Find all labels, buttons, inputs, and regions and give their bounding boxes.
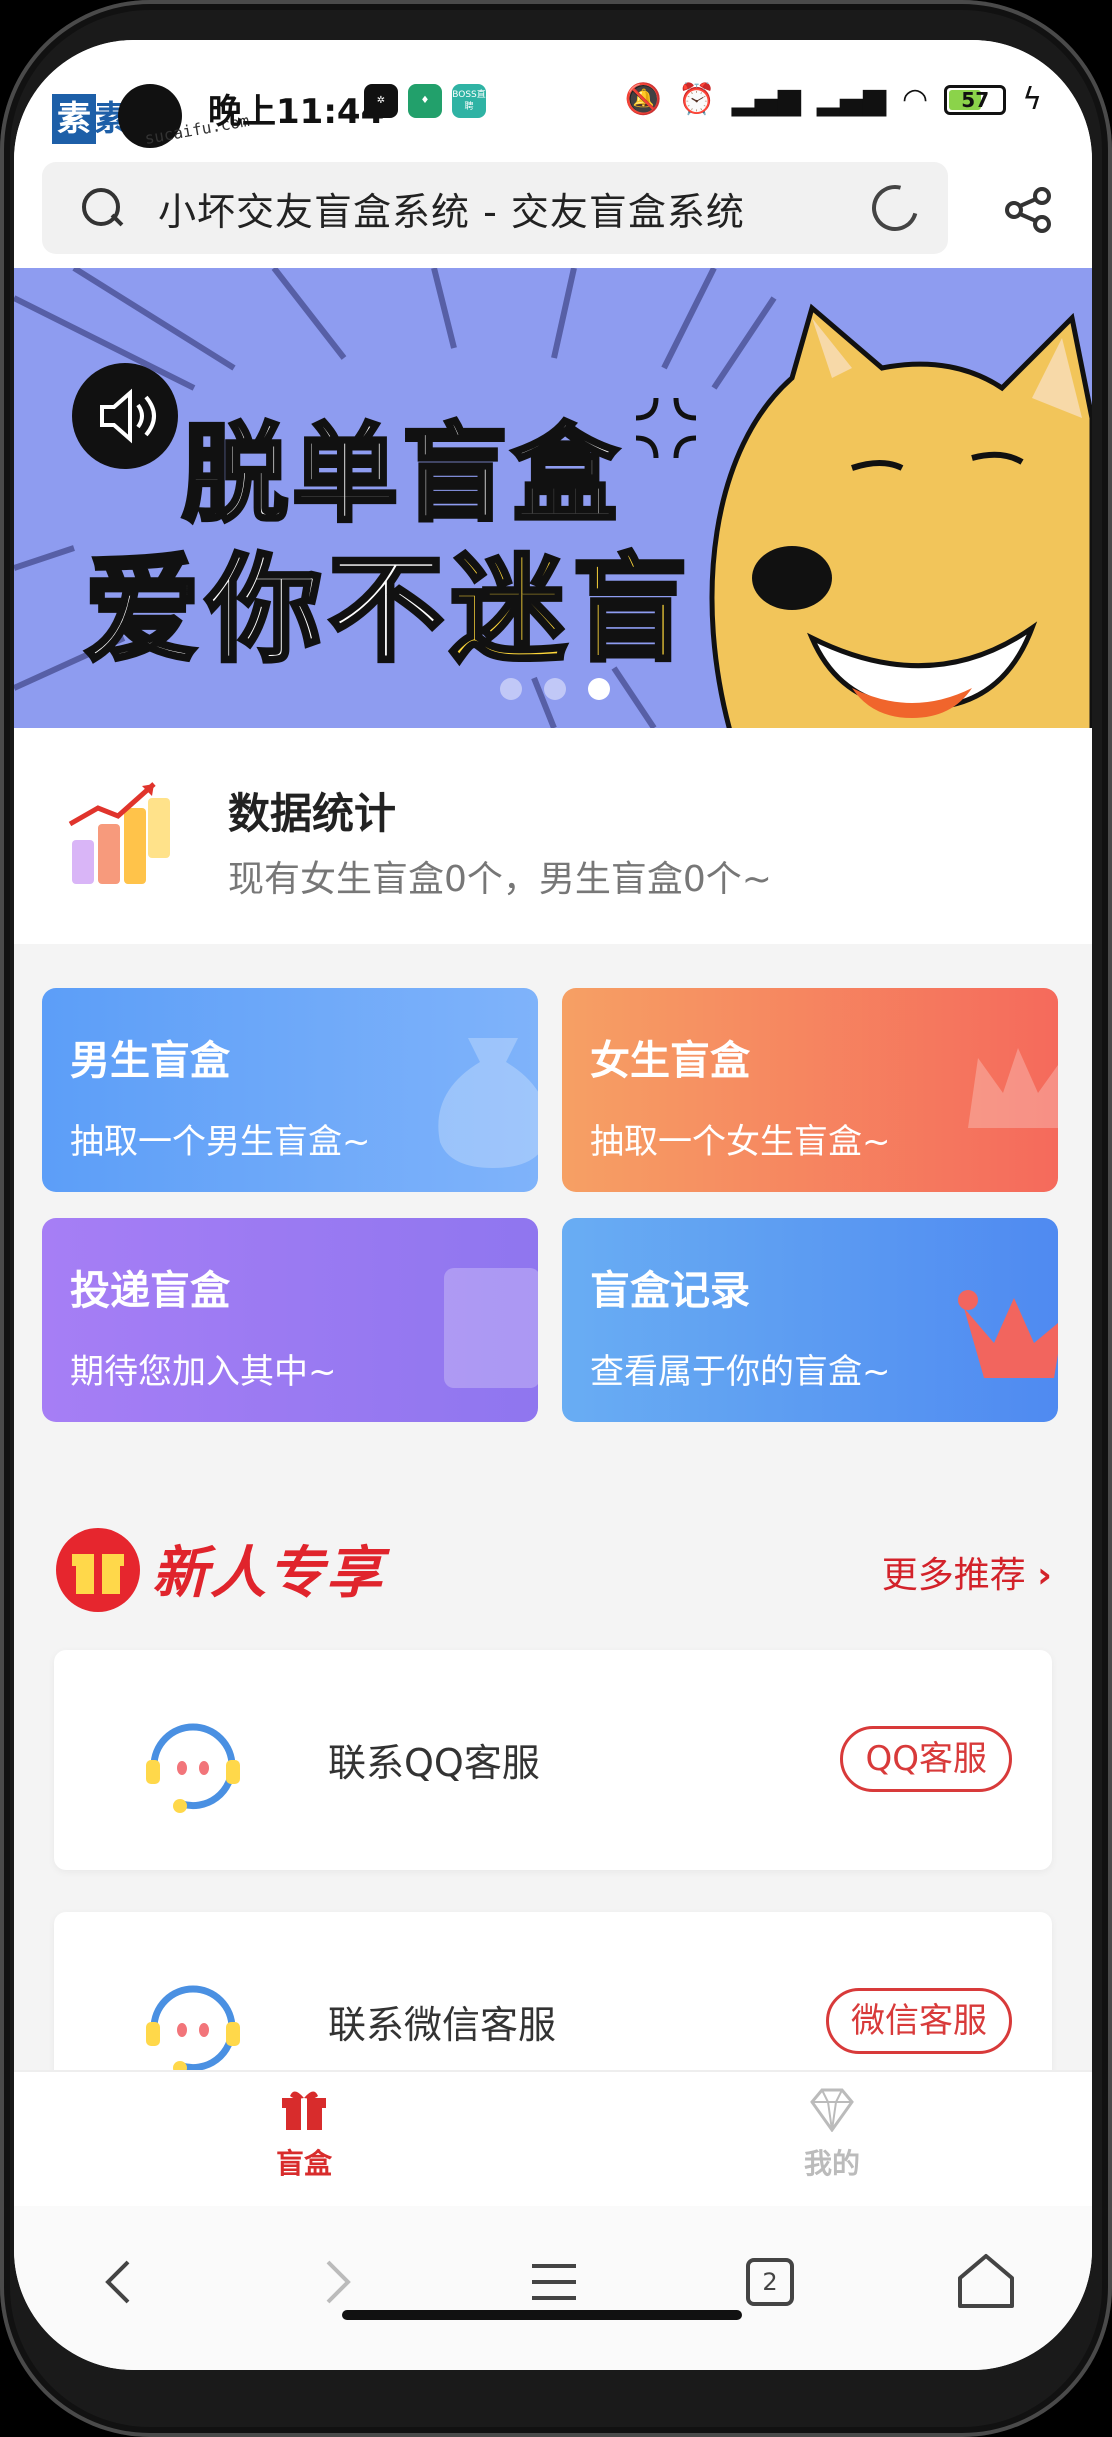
money-bag-icon bbox=[438, 1038, 538, 1168]
tab-mine[interactable]: 我的 bbox=[732, 2088, 932, 2182]
customer-service-icon bbox=[146, 1985, 240, 2075]
carousel-dots bbox=[500, 678, 610, 700]
female-blindbox-card[interactable]: 女生盲盒 抽取一个女生盲盒~ bbox=[562, 988, 1058, 1192]
gift-icon bbox=[56, 1528, 140, 1612]
banner-headline-2: 爱你不迷盲 bbox=[82, 541, 694, 680]
share-icon[interactable] bbox=[1004, 186, 1052, 234]
refresh-icon[interactable] bbox=[863, 176, 927, 240]
boss-app-icon: BOSS直聘 bbox=[452, 84, 486, 118]
phone-frame: 素 素材 sucaifu.com 晚上11:44 ✲ ♦ BOSS直聘 🔕 ⏰ … bbox=[0, 0, 1112, 2437]
status-bar: 素 素材 sucaifu.com 晚上11:44 ✲ ♦ BOSS直聘 🔕 ⏰ … bbox=[14, 40, 1092, 150]
address-bar: 小坏交友盲盒系统 - 交友盲盒系统 bbox=[14, 150, 1092, 268]
tab-label: 盲盒 bbox=[275, 2147, 332, 2180]
tab-count: 2 bbox=[746, 2258, 794, 2306]
bottom-tab-bar: 盲盒 我的 bbox=[14, 2070, 1092, 2206]
qq-service-item[interactable]: 联系QQ客服 QQ客服 bbox=[54, 1650, 1052, 1870]
crown-icon bbox=[968, 1048, 1058, 1128]
chevron-right-icon: › bbox=[1037, 1555, 1052, 1596]
screen: 素 素材 sucaifu.com 晚上11:44 ✲ ♦ BOSS直聘 🔕 ⏰ … bbox=[14, 40, 1092, 2370]
carousel-dot[interactable] bbox=[500, 678, 522, 700]
status-time: 晚上11:44 bbox=[208, 92, 385, 132]
card-title: 盲盒记录 bbox=[590, 1268, 750, 1314]
customer-service-icon bbox=[146, 1723, 240, 1813]
banner-carousel[interactable]: 脱单盲盒 爱你不迷盲 bbox=[14, 268, 1092, 728]
url-field[interactable]: 小坏交友盲盒系统 - 交友盲盒系统 bbox=[42, 162, 948, 254]
section-title: 新人专享 bbox=[152, 1541, 384, 1606]
battery-icon: 57 bbox=[944, 84, 1007, 115]
system-status: 🔕 ⏰ ▂▄▆ ▂▄▆ ◠ 57 ϟ bbox=[625, 82, 1042, 117]
tabs-button[interactable]: 2 bbox=[730, 2242, 810, 2322]
crown-icon bbox=[958, 1290, 1058, 1378]
mute-icon: 🔕 bbox=[624, 82, 663, 117]
new-user-section-header: 新人专享 更多推荐 › bbox=[14, 1514, 1092, 1614]
url-title[interactable]: 小坏交友盲盒系统 - 交友盲盒系统 bbox=[158, 181, 872, 236]
speaker-icon bbox=[72, 363, 178, 469]
doge-illustration bbox=[709, 303, 1092, 728]
signal-icon: ▂▄▆ bbox=[816, 82, 887, 117]
gift-icon bbox=[282, 2091, 326, 2130]
shield-app-icon: ♦ bbox=[408, 84, 442, 118]
bar-chart-icon bbox=[68, 782, 170, 884]
service-label: 联系QQ客服 bbox=[328, 1741, 540, 1785]
mercedes-icon: ✲ bbox=[364, 84, 398, 118]
carousel-dot-active[interactable] bbox=[588, 678, 610, 700]
back-icon[interactable] bbox=[80, 2242, 160, 2322]
card-title: 女生盲盒 bbox=[590, 1038, 750, 1084]
home-indicator[interactable] bbox=[342, 2310, 742, 2320]
charging-icon: ϟ bbox=[1022, 82, 1042, 117]
wifi-icon: ◠ bbox=[902, 82, 929, 117]
anger-mark-icon bbox=[635, 397, 697, 459]
stats-description: 现有女生盲盒0个，男生盲盒0个~ bbox=[228, 859, 772, 900]
blindbox-record-card[interactable]: 盲盒记录 查看属于你的盲盒~ bbox=[562, 1218, 1058, 1422]
stats-panel: 数据统计 现有女生盲盒0个，男生盲盒0个~ bbox=[14, 728, 1092, 944]
notification-icons: ✲ ♦ BOSS直聘 bbox=[364, 84, 486, 118]
service-label: 联系微信客服 bbox=[328, 2003, 557, 2047]
stats-title: 数据统计 bbox=[228, 789, 397, 838]
qq-service-button[interactable]: QQ客服 bbox=[840, 1726, 1012, 1792]
signal-hd-icon: ▂▄▆ bbox=[731, 82, 801, 117]
card-subtitle: 抽取一个男生盲盒~ bbox=[70, 1122, 371, 1162]
card-subtitle: 期待您加入其中~ bbox=[70, 1352, 337, 1392]
browser-nav-bar: 2 bbox=[14, 2206, 1092, 2370]
diamond-icon bbox=[810, 2088, 854, 2132]
card-title: 投递盲盒 bbox=[70, 1268, 230, 1314]
card-title: 男生盲盒 bbox=[70, 1038, 230, 1084]
search-icon[interactable] bbox=[80, 186, 124, 230]
card-subtitle: 查看属于你的盲盒~ bbox=[590, 1352, 891, 1392]
more-recommend-link[interactable]: 更多推荐 › bbox=[882, 1546, 1052, 1598]
alarm-icon: ⏰ bbox=[678, 82, 716, 117]
chart-bars-icon bbox=[444, 1268, 538, 1388]
carousel-dot[interactable] bbox=[544, 678, 566, 700]
card-subtitle: 抽取一个女生盲盒~ bbox=[590, 1122, 891, 1162]
home-icon[interactable] bbox=[946, 2242, 1026, 2322]
submit-blindbox-card[interactable]: 投递盲盒 期待您加入其中~ bbox=[42, 1218, 538, 1422]
male-blindbox-card[interactable]: 男生盲盒 抽取一个男生盲盒~ bbox=[42, 988, 538, 1192]
tab-label: 我的 bbox=[803, 2147, 860, 2180]
watermark-logo: 素 bbox=[52, 94, 96, 144]
wechat-service-button[interactable]: 微信客服 bbox=[826, 1988, 1012, 2054]
tab-blindbox[interactable]: 盲盒 bbox=[204, 2088, 404, 2182]
